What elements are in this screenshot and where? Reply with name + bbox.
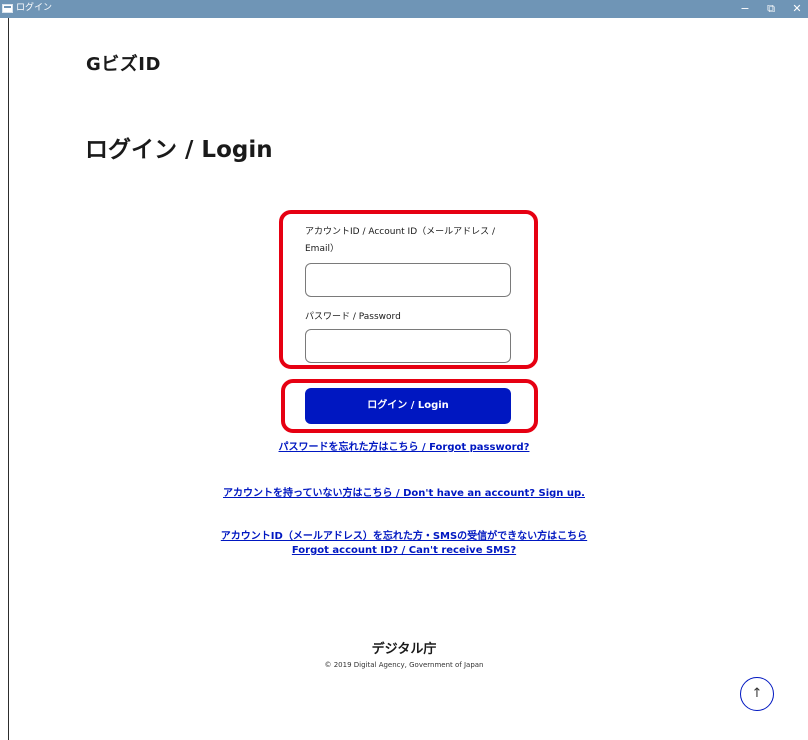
forgot-account-link-line2[interactable]: Forgot account ID? / Can't receive SMS? [292,545,516,556]
window-titlebar: ログイン − ⧉ ✕ [0,0,808,18]
password-label: パスワード / Password [305,312,401,322]
password-input[interactable] [305,329,511,363]
copyright-text: © 2019 Digital Agency, Government of Jap… [324,661,484,669]
account-id-input[interactable] [305,263,511,297]
account-id-label-line1: アカウントID / Account ID（メールアドレス / [305,227,496,237]
page-title: ログイン / Login [85,137,273,163]
forgot-account-link-line1[interactable]: アカウントID（メールアドレス）を忘れた方・SMSの受信ができない方はこちら [221,531,587,542]
gbizid-logo[interactable]: GビズID [86,50,161,76]
forgot-password-link[interactable]: パスワードを忘れた方はこちら / Forgot password? [0,441,808,455]
app-window-icon [2,4,13,13]
scroll-to-top-button[interactable]: ↑ [740,677,774,711]
arrow-up-icon: ↑ [751,686,763,701]
digital-agency-logo: デジタル庁 [371,642,437,657]
forgot-account-link[interactable]: アカウントID（メールアドレス）を忘れた方・SMSの受信ができない方はこちら F… [0,530,808,558]
close-icon[interactable]: ✕ [786,0,808,18]
restore-icon[interactable]: ⧉ [760,0,782,18]
minimize-icon[interactable]: − [734,0,756,18]
sign-up-link[interactable]: アカウントを持っていない方はこちら / Don't have an accoun… [0,487,808,501]
account-id-label: アカウントID / Account ID（メールアドレス / Email） [305,224,495,258]
login-button[interactable]: ログイン / Login [305,388,511,424]
account-id-label-line2: Email） [305,244,339,254]
window-title: ログイン [16,3,53,13]
